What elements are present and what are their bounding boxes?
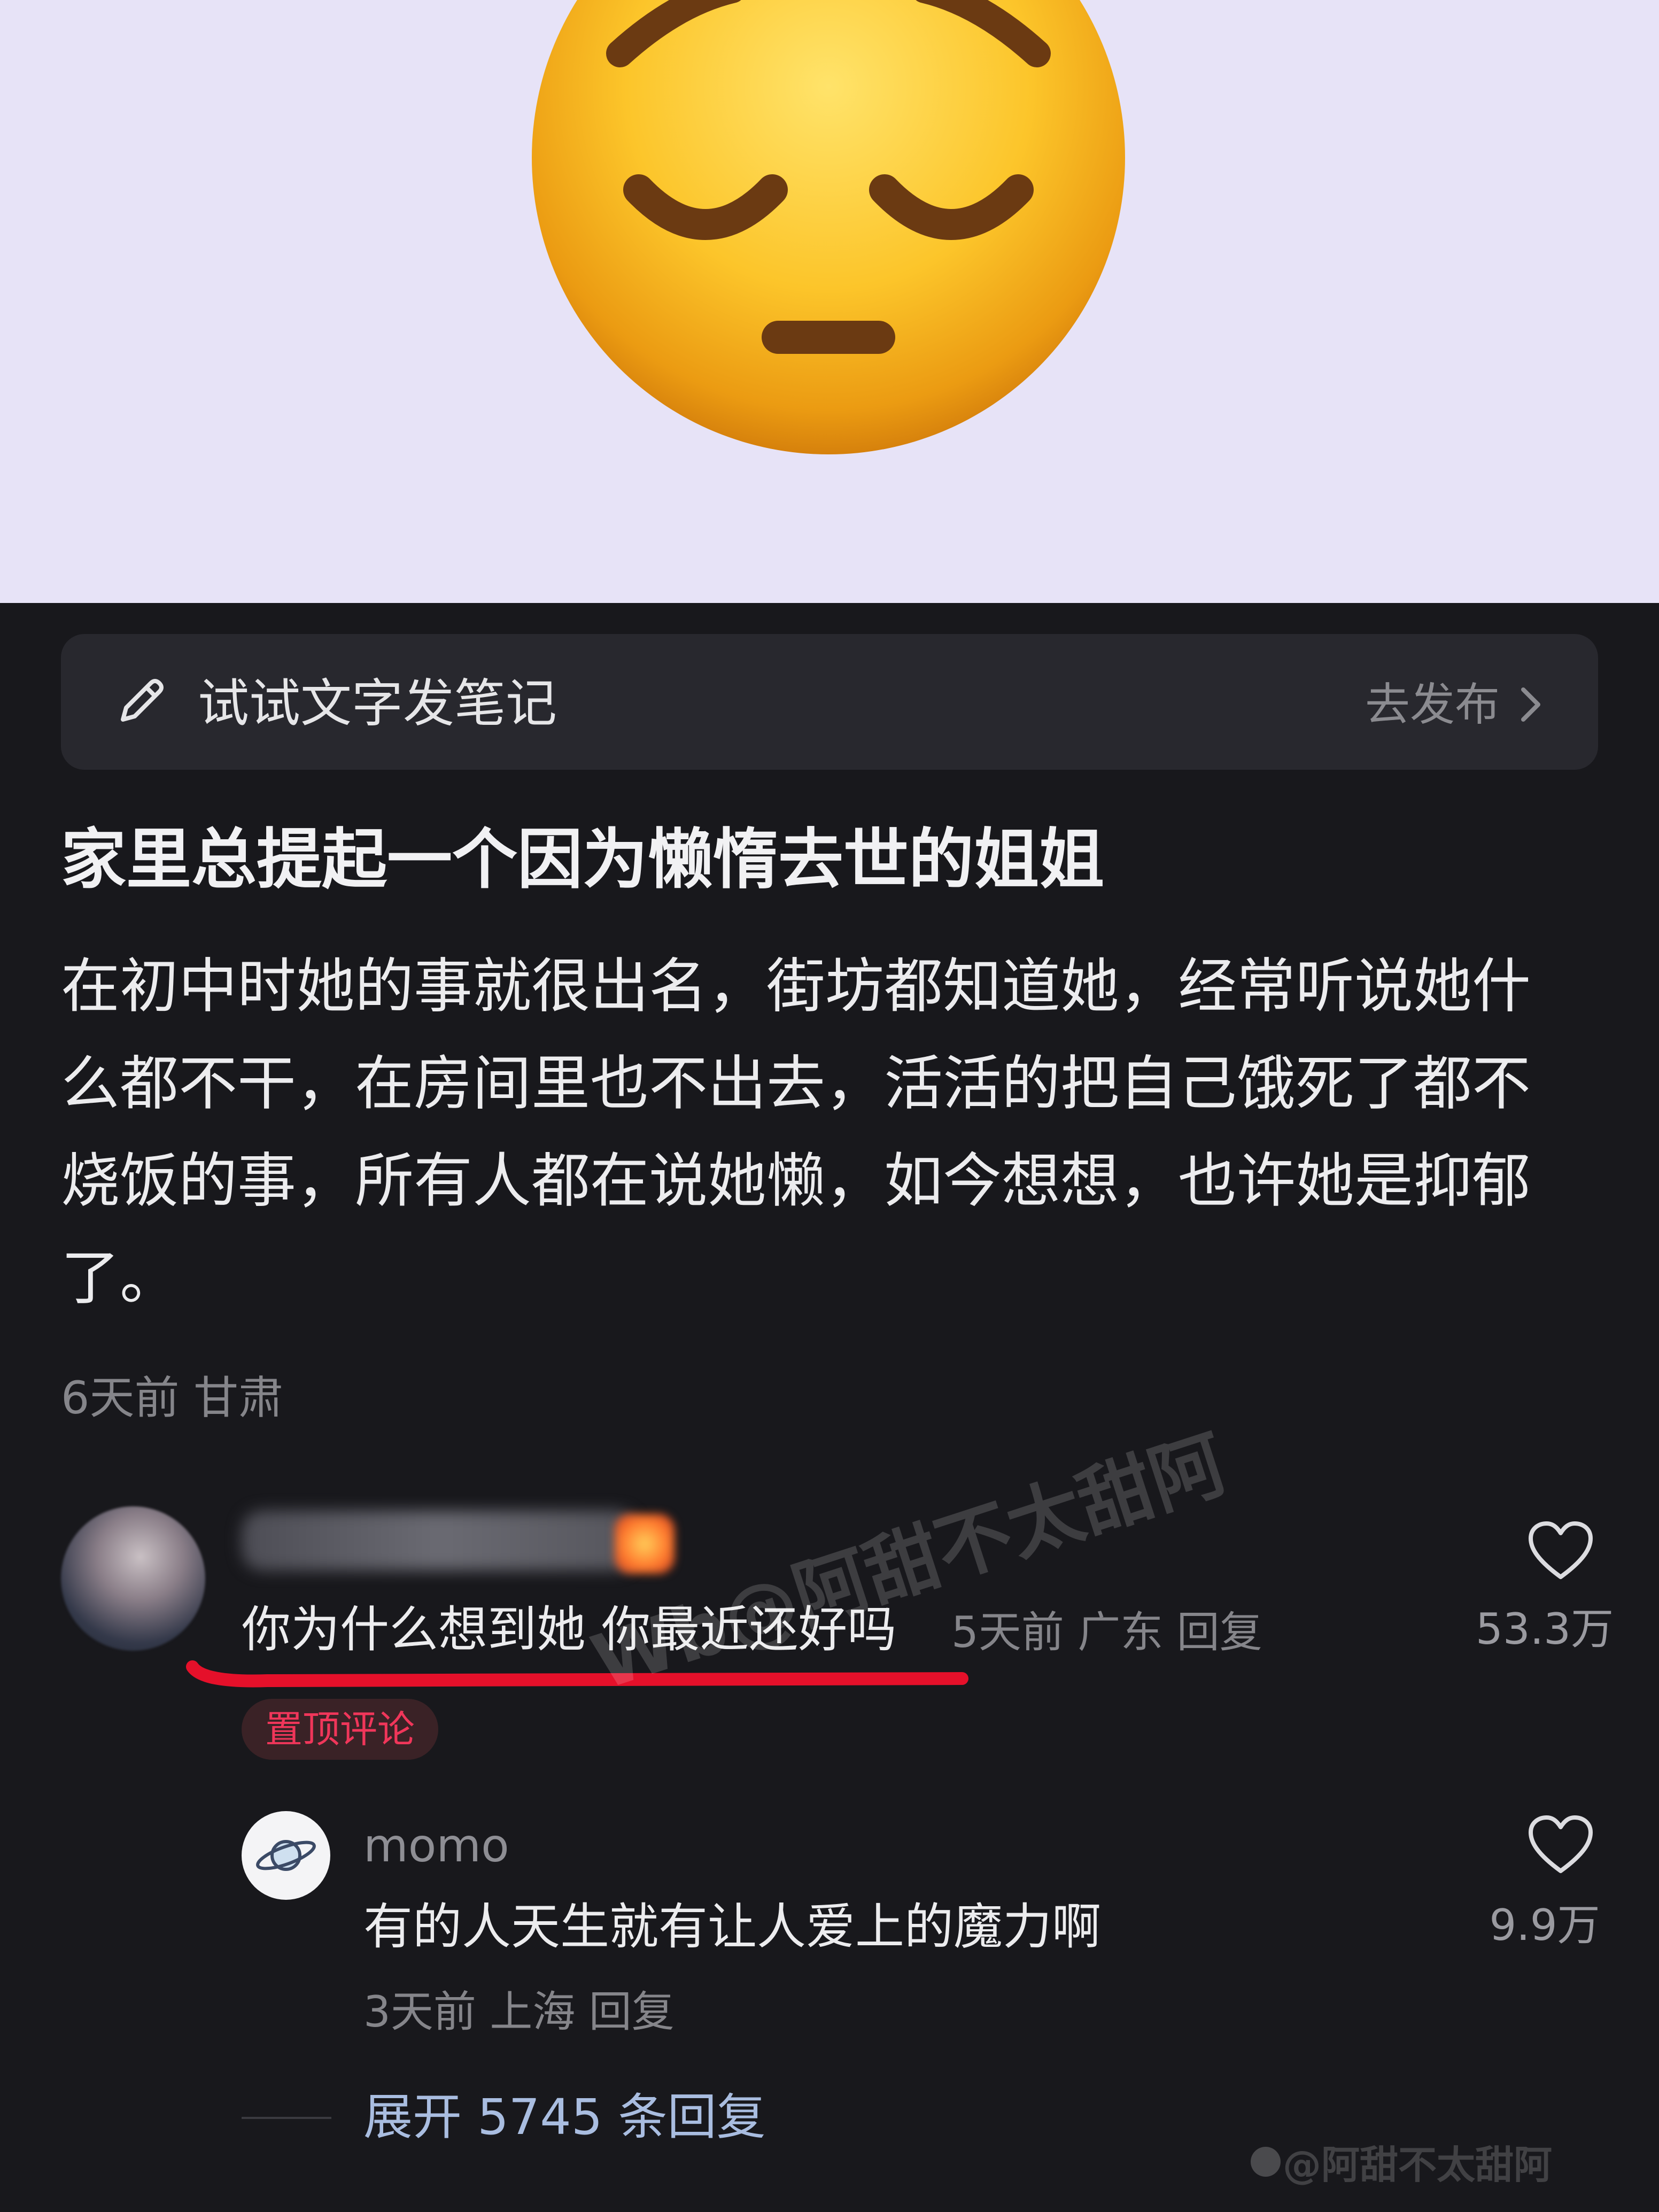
user-badge-icon — [615, 1514, 675, 1574]
post-body-line: 了。 — [61, 1244, 179, 1312]
watermark: @阿甜不太甜阿 — [1283, 2143, 1553, 2187]
comment-meta[interactable]: 5天前 广东 回复 — [951, 1605, 1262, 1660]
chevron-right-icon[interactable] — [1513, 682, 1550, 727]
post-body-line: 烧饭的事，所有人都在说她懒，如今想想，也许她是抑郁 — [61, 1147, 1531, 1215]
reply-text[interactable]: 有的人天生就有让人爱上的魔力啊 — [363, 1896, 1101, 1959]
pensive-face-emoji — [532, 0, 1125, 454]
pencil-icon — [121, 679, 164, 722]
reply-meta[interactable]: 3天前 上海 回复 — [363, 1984, 675, 2040]
weibo-logo-icon — [1251, 2147, 1281, 2177]
divider — [242, 2117, 331, 2119]
reply-username[interactable]: momo — [363, 1816, 509, 1875]
post-body-line: 在初中时她的事就很出名，街坊都知道她，经常听说她什 — [61, 952, 1531, 1020]
expand-replies-link[interactable]: 展开 5745 条回复 — [363, 2086, 766, 2149]
avatar[interactable] — [61, 1506, 205, 1651]
like-count: 9.9万 — [1489, 1900, 1600, 1950]
planet-icon — [256, 1840, 316, 1871]
heart-icon[interactable] — [1526, 1519, 1595, 1583]
pinned-comment-badge: 置顶评论 — [242, 1699, 438, 1760]
post-title: 家里总提起一个因为懒惰去世的姐姐 — [61, 822, 1104, 898]
avatar[interactable] — [242, 1811, 330, 1900]
like-count: 53.3万 — [1475, 1604, 1614, 1654]
post-image[interactable] — [0, 0, 1659, 603]
commenter-name-redacted[interactable] — [242, 1511, 637, 1571]
post-body-line: 么都不干，在房间里也不出去，活活的把自己饿死了都不 — [61, 1049, 1531, 1118]
publish-link[interactable]: 去发布 — [1365, 677, 1500, 732]
heart-icon[interactable] — [1526, 1813, 1595, 1877]
compose-placeholder: 试试文字发笔记 — [198, 674, 557, 733]
red-underline-annotation — [186, 1660, 968, 1688]
post-meta: 6天前 甘肃 — [61, 1372, 284, 1424]
